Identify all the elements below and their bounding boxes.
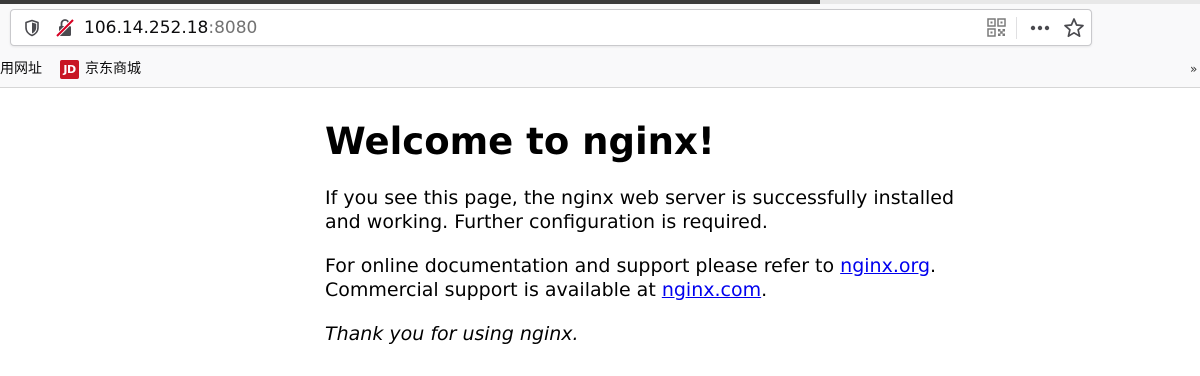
intro-paragraph: If you see this page, the nginx web serv… [325, 187, 955, 233]
url-bar[interactable]: 106.14.252.18:8080 [10, 9, 1092, 46]
bookmark-label: 京东商城 [85, 61, 141, 77]
url-bar-separator [1016, 17, 1017, 39]
page-title: Welcome to nginx! [325, 120, 715, 163]
nginx-com-link[interactable]: nginx.com [662, 279, 761, 301]
jd-icon: JD [60, 59, 79, 79]
insecure-connection-icon[interactable] [55, 18, 75, 38]
url-host: 106.14.252.18 [84, 18, 209, 38]
page-content: Welcome to nginx! If you see this page, … [0, 89, 1200, 376]
commercial-text: Commercial support is available at [325, 279, 662, 301]
bookmarks-toolbar: 用网址 JD 京东商城 » [0, 55, 1200, 85]
url-port: :8080 [208, 18, 258, 38]
qr-code-icon[interactable] [987, 18, 1006, 37]
thanks-paragraph: Thank you for using nginx. [325, 322, 965, 346]
nginx-welcome-body: Welcome to nginx! If you see this page, … [325, 118, 965, 366]
bookmarks-overflow-chevron-icon[interactable]: » [1190, 63, 1197, 75]
url-text[interactable]: 106.14.252.18:8080 [84, 17, 257, 39]
bookmark-item-jd[interactable]: JD 京东商城 [60, 59, 141, 79]
shield-icon[interactable] [23, 19, 41, 37]
browser-chrome: 106.14.252.18:8080 用网址 JD 京东商城 » [0, 0, 1200, 88]
bookmark-star-icon[interactable] [1062, 16, 1086, 40]
commercial-period: . [761, 279, 768, 301]
tab-strip-empty [820, 0, 1200, 4]
thanks-text: Thank you for using nginx. [325, 323, 579, 345]
docs-text: For online documentation and support ple… [325, 255, 841, 277]
nginx-org-link[interactable]: nginx.org [840, 255, 930, 277]
tab-strip [0, 0, 820, 4]
docs-paragraph: For online documentation and support ple… [325, 254, 965, 302]
docs-period: . [930, 255, 937, 277]
bookmark-item-partial[interactable]: 用网址 [0, 59, 42, 79]
page-actions-more-icon[interactable] [1029, 18, 1051, 38]
